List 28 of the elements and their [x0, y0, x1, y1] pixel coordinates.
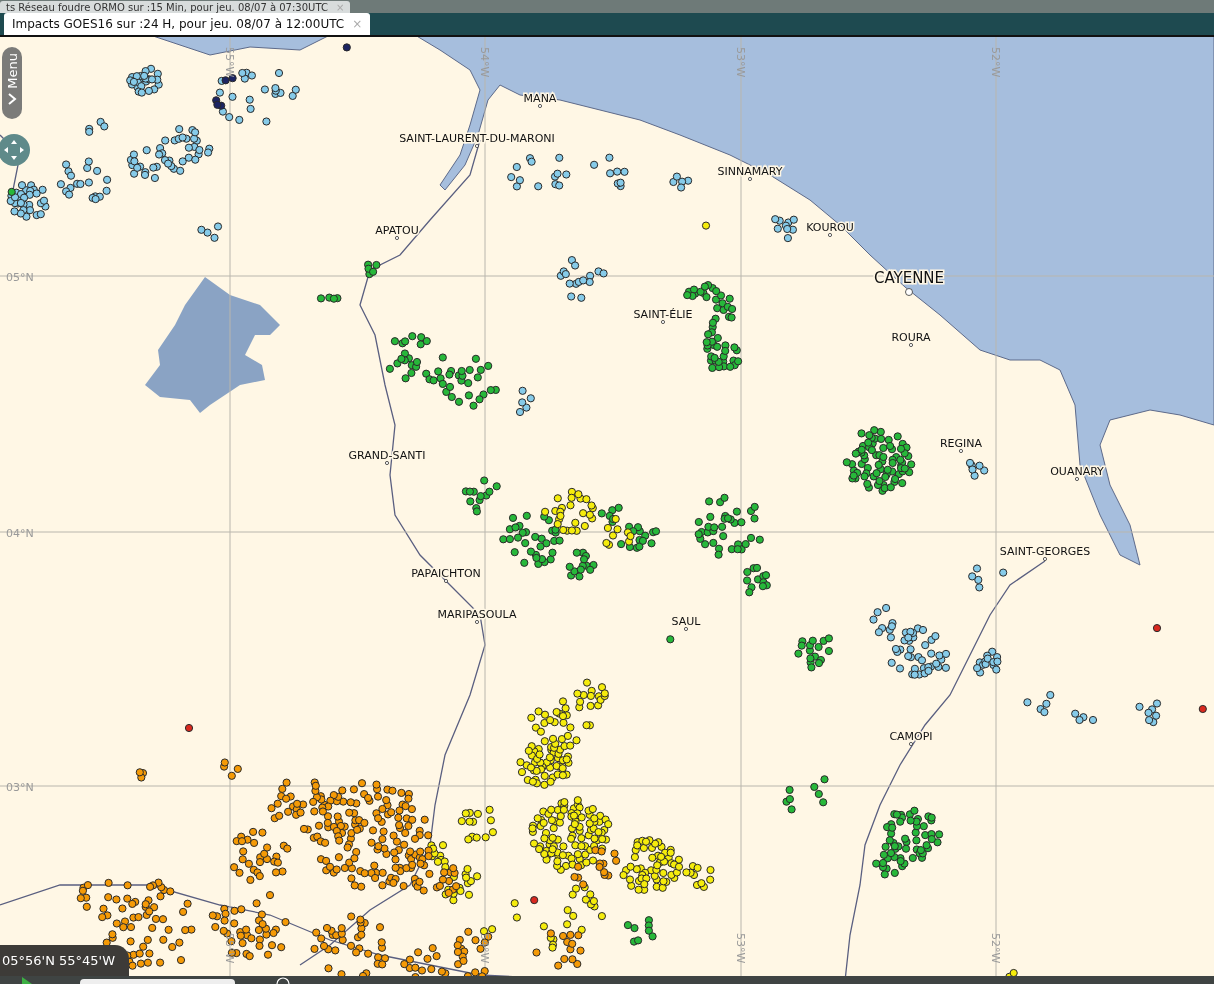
map-tab[interactable]: Impacts GOES16 sur :24 H, pour jeu. 08/07 à 12:00UTC ×: [4, 13, 371, 35]
place-label: MANA: [523, 92, 557, 105]
latitude-label: 03°N: [6, 781, 34, 794]
place-label: MARIPASOULA: [437, 608, 517, 621]
longitude-label: 54°W: [478, 47, 491, 78]
longitude-label: 52°W: [989, 933, 1002, 964]
place-label: ROURA: [891, 331, 931, 344]
map-tab[interactable]: ts Réseau foudre ORMO sur :15 Min, pour jeu. 08/07 à 07:30UTC ×: [0, 1, 351, 13]
latitude-label: 04°N: [6, 527, 34, 540]
longitude-label: 54°W: [478, 933, 491, 964]
cursor-coordinates: 05°56'N 55°45'W: [0, 945, 130, 976]
longitude-label: 53°W: [734, 47, 747, 78]
place-label: APATOU: [375, 224, 419, 237]
longitude-label: 55°W: [223, 47, 236, 78]
longitude-label: 55°W: [223, 933, 236, 964]
place-label: SAINT-GEORGES: [999, 545, 1091, 558]
close-tab-button[interactable]: ×: [352, 17, 363, 31]
latitude-label: 05°N: [6, 271, 34, 284]
longitude-label: 52°W: [989, 47, 1002, 78]
longitude-label: 53°W: [734, 933, 747, 964]
menu-button[interactable]: Menu: [2, 47, 22, 119]
place-label: CAYENNE: [873, 269, 945, 287]
place-label: SAUL: [671, 615, 701, 628]
place-label: OUANARY: [1050, 465, 1104, 478]
place-label: SAINT-LAURENT-DU-MARONI: [399, 132, 555, 145]
place-label: REGINA: [939, 437, 983, 450]
place-label: SAINT-ÉLIE: [633, 308, 693, 321]
place-label: GRAND-SANTI: [348, 449, 426, 462]
